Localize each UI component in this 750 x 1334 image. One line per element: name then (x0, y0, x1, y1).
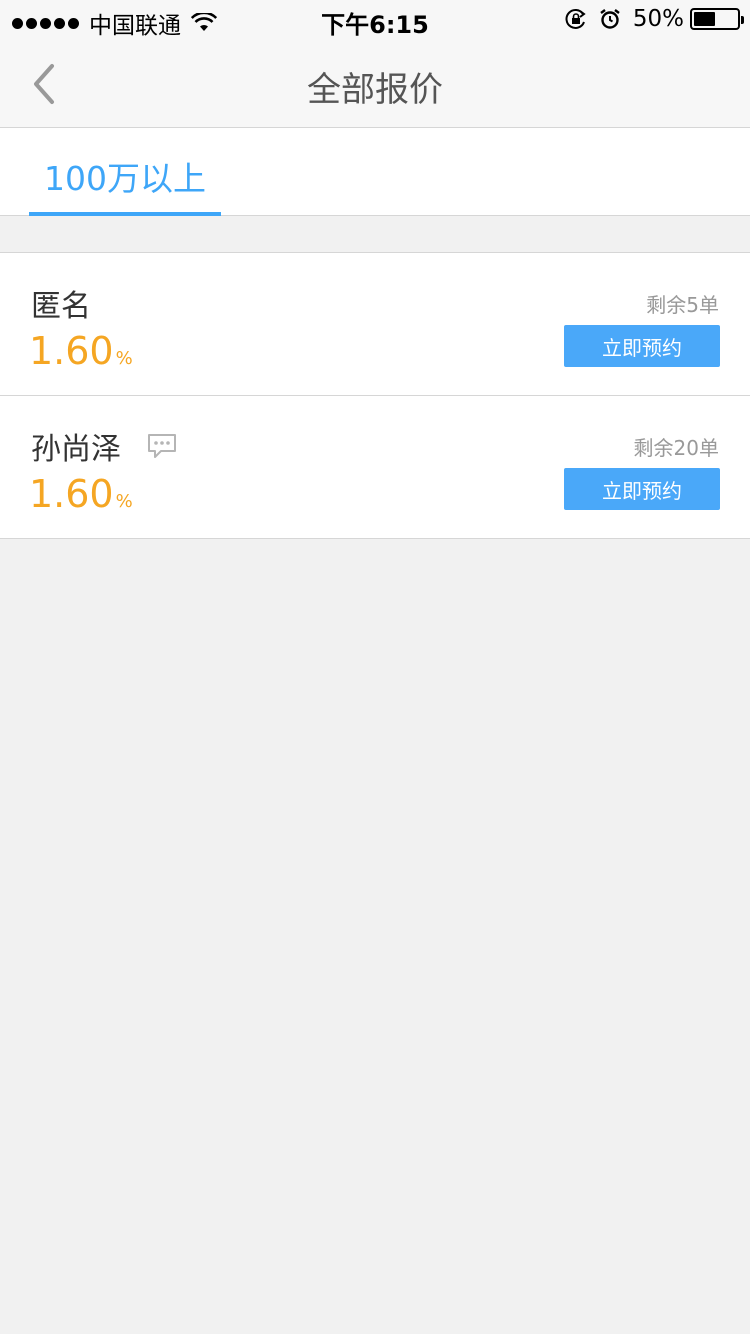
battery-fill (694, 12, 715, 26)
quote-name-text: 孙尚泽 (31, 432, 121, 467)
page-title: 全部报价 (307, 70, 443, 110)
rate-unit: % (115, 348, 133, 369)
battery-percent: 50% (632, 6, 684, 32)
message-icon[interactable] (147, 433, 177, 459)
battery-icon (690, 8, 744, 30)
alarm-icon (600, 9, 620, 29)
tab-label: 100万以上 (44, 159, 206, 198)
book-now-button[interactable]: 立即预约 (564, 468, 720, 510)
status-right: 50% (553, 6, 744, 32)
quote-name-text: 匿名 (31, 289, 91, 324)
rate-value: 1.60 (29, 472, 114, 516)
quote-name: 孙尚泽 (31, 424, 177, 468)
quote-name: 匿名 (31, 281, 91, 325)
tab-over-1-million[interactable]: 100万以上 (29, 128, 221, 216)
quote-rate: 1.60% (29, 472, 133, 516)
quote-list: 匿名 1.60% 剩余5单 立即预约 孙尚泽 1.60% 剩余20单 立即预约 (0, 252, 750, 539)
tab-bar: 100万以上 (0, 128, 750, 216)
quote-item: 孙尚泽 1.60% 剩余20单 立即预约 (0, 396, 750, 539)
rotation-lock-icon (565, 9, 586, 29)
quote-rate: 1.60% (29, 329, 133, 373)
navigation-bar: 全部报价 (0, 40, 750, 128)
book-now-button[interactable]: 立即预约 (564, 325, 720, 367)
quote-item: 匿名 1.60% 剩余5单 立即预约 (0, 253, 750, 396)
rate-unit: % (115, 491, 133, 512)
status-bar: 中国联通 下午6:15 50% (0, 0, 750, 40)
tab-active-indicator (29, 212, 221, 216)
rate-value: 1.60 (29, 329, 114, 373)
remaining-count: 剩余5单 (646, 293, 719, 317)
remaining-count: 剩余20单 (633, 436, 719, 460)
